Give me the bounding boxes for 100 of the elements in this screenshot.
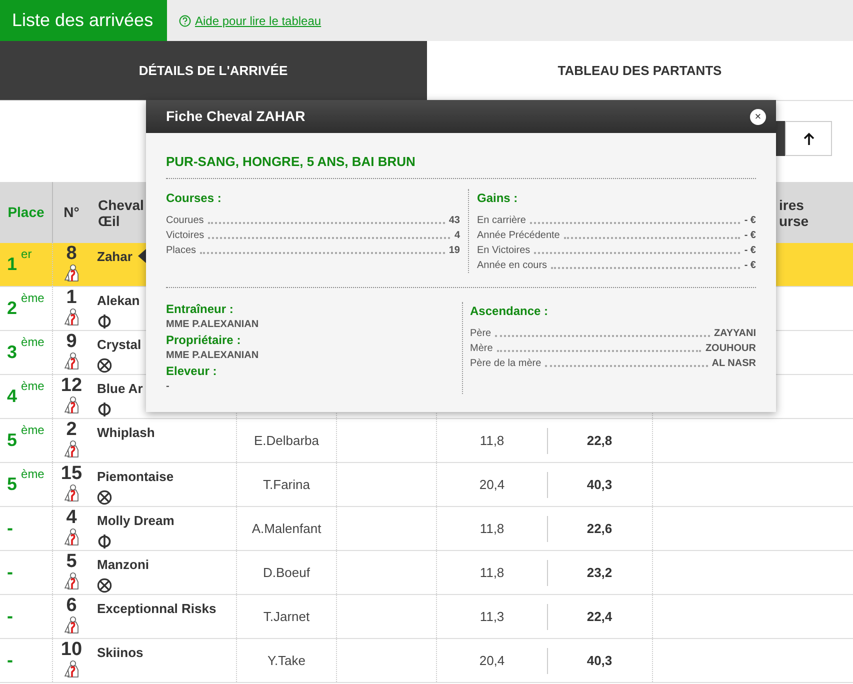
- column-header: N°: [62, 203, 80, 222]
- jockey-silk-icon: [62, 616, 80, 634]
- table-row[interactable]: - 5 Manzoni D.Boeuf 11,8 23,2: [0, 551, 853, 595]
- scroll-up-button[interactable]: [785, 121, 832, 156]
- stat-value: AL NASR: [712, 356, 756, 370]
- table-cell-text: A.Malenfant: [252, 520, 322, 538]
- section-heading: Gains :: [477, 190, 519, 206]
- person-name: MME P.ALEXANIAN: [166, 348, 260, 362]
- stat-value: 19: [448, 244, 460, 258]
- stat-value: 43: [448, 214, 460, 228]
- place-cell-text: -: [7, 517, 13, 540]
- tab[interactable]: DÉTAILS DE L'ARRIVÉE: [0, 41, 426, 100]
- horse-name: Whiplash: [97, 424, 155, 442]
- jockey-silk-icon: [62, 660, 80, 678]
- table-cell-text: 20,4: [479, 476, 505, 494]
- horse-number: 5: [66, 552, 77, 572]
- table-cell-text: T.Jarnet: [263, 608, 310, 626]
- table-cell-text: 22,8: [586, 432, 612, 450]
- column-header: Œil: [98, 212, 120, 228]
- horse-number: 9: [66, 332, 77, 352]
- place-cell-text: 3 $^{ème}$: [7, 339, 44, 364]
- column-header: Cheval: [98, 196, 144, 212]
- jockey-silk-icon: [62, 308, 80, 326]
- circle-bar-icon: [97, 314, 112, 328]
- table-cell-text: 11,8: [480, 432, 504, 450]
- stat-value: - €: [744, 228, 756, 242]
- horse-name: Molly Dream: [97, 512, 174, 530]
- table-cell-text: 40,3: [586, 476, 612, 494]
- stat-value: ZAYYANI: [714, 326, 756, 340]
- circle-x-icon: [97, 578, 112, 592]
- table-cell-text: 40,3: [586, 652, 612, 670]
- stat-value: - €: [744, 214, 756, 228]
- person-name: -: [166, 380, 170, 394]
- horse-description: PUR-SANG, HONGRE, 5 ANS, BAI BRUN: [166, 133, 756, 178]
- horse-name: Piemontaise: [97, 468, 174, 486]
- close-button[interactable]: ×: [750, 108, 766, 124]
- horse-number: 2: [66, 420, 77, 440]
- table-cell-text: 22,4: [586, 608, 612, 626]
- table-cell-text: 11,8: [480, 520, 504, 538]
- place-cell-text: 2 $^{ème}$: [7, 295, 44, 320]
- stat-label: Places: [166, 244, 196, 258]
- stat-label: Mère: [470, 342, 493, 356]
- up-arrow-icon: [802, 132, 814, 146]
- horse-name: Zahar: [97, 248, 132, 266]
- stat-value: ZOUHOUR: [705, 342, 756, 356]
- circle-x-icon: [97, 490, 112, 504]
- column-header: ires: [779, 196, 804, 212]
- horse-name: Blue Ar: [97, 380, 143, 398]
- table-row[interactable]: 5 $^{ème}$ 15 Piemontaise T.Farina 20,4 40,3: [0, 463, 853, 507]
- horse-number: 8: [66, 244, 77, 264]
- stat-label: Victoires: [166, 228, 204, 242]
- horse-number: 10: [60, 640, 82, 660]
- table-cell-text: 20,4: [479, 652, 505, 670]
- horse-name: Manzoni: [97, 556, 149, 574]
- table-row[interactable]: - 4 Molly Dream A.Malenfant 11,8 22,6: [0, 507, 853, 551]
- horse-number: 12: [60, 376, 82, 396]
- place-cell-text: -: [7, 649, 13, 672]
- popup-title: Fiche Cheval ZAHAR: [166, 107, 306, 126]
- person-name: MME P.ALEXANIAN: [166, 318, 260, 332]
- stat-value: - €: [744, 244, 756, 258]
- section-heading: Propriétaire :: [166, 332, 242, 348]
- horse-number: 15: [60, 464, 82, 484]
- table-cell-text: T.Farina: [263, 476, 310, 494]
- stat-label: En Victoires: [477, 244, 530, 258]
- horse-name: Alekan: [97, 292, 140, 310]
- stat-value: 4: [454, 228, 460, 242]
- horse-name: Crystal: [97, 336, 142, 354]
- table-cell-text: E.Delbarba: [254, 432, 320, 450]
- place-cell-text: 5 $^{ème}$: [7, 427, 44, 452]
- table-row[interactable]: 5 $^{ème}$ 2 Whiplash E.Delbarba 11,8 22,8: [0, 419, 853, 463]
- horse-number: 4: [66, 508, 77, 528]
- place-cell-text: 1 $^{er}$: [7, 251, 32, 276]
- place-cell-text: 4 $^{ème}$: [7, 383, 44, 408]
- table-cell-text: Y.Take: [267, 652, 306, 670]
- table-cell-text: 11,3: [480, 608, 504, 626]
- place-cell-text: -: [7, 605, 13, 628]
- horse-name: Skiinos: [97, 644, 144, 662]
- stat-value: - €: [744, 258, 756, 272]
- jockey-silk-icon: [62, 528, 80, 546]
- stat-label: Père de la mère: [470, 356, 542, 370]
- horse-name: Exceptionnal Risks: [97, 600, 216, 618]
- section-heading: Ascendance :: [470, 302, 550, 320]
- section-heading: Entraîneur :: [166, 302, 234, 316]
- stat-label: En carrière: [477, 214, 526, 228]
- table-row[interactable]: - 10 Skiinos Y.Take 20,4 40,3: [0, 639, 853, 683]
- table-cell-text: D.Boeuf: [263, 564, 310, 582]
- table-cell-text: 11,8: [480, 564, 504, 582]
- section-heading: Eleveur :: [166, 364, 218, 378]
- section-heading: Courses :: [166, 190, 222, 206]
- horse-number: 6: [66, 596, 77, 616]
- jockey-silk-icon: [62, 572, 80, 590]
- stat-label: Année en cours: [477, 258, 548, 272]
- circle-bar-icon: [97, 402, 112, 416]
- circle-x-icon: [97, 358, 112, 372]
- table-row[interactable]: - 6 Exceptionnal Risks T.Jarnet 11,3 22,4: [0, 595, 853, 639]
- place-cell-text: -: [7, 561, 13, 584]
- jockey-silk-icon: [62, 352, 80, 370]
- stat-label: Année Précédente: [477, 228, 560, 242]
- page-title: Liste des arrivées: [0, 0, 167, 41]
- stat-label: Courues: [166, 214, 204, 228]
